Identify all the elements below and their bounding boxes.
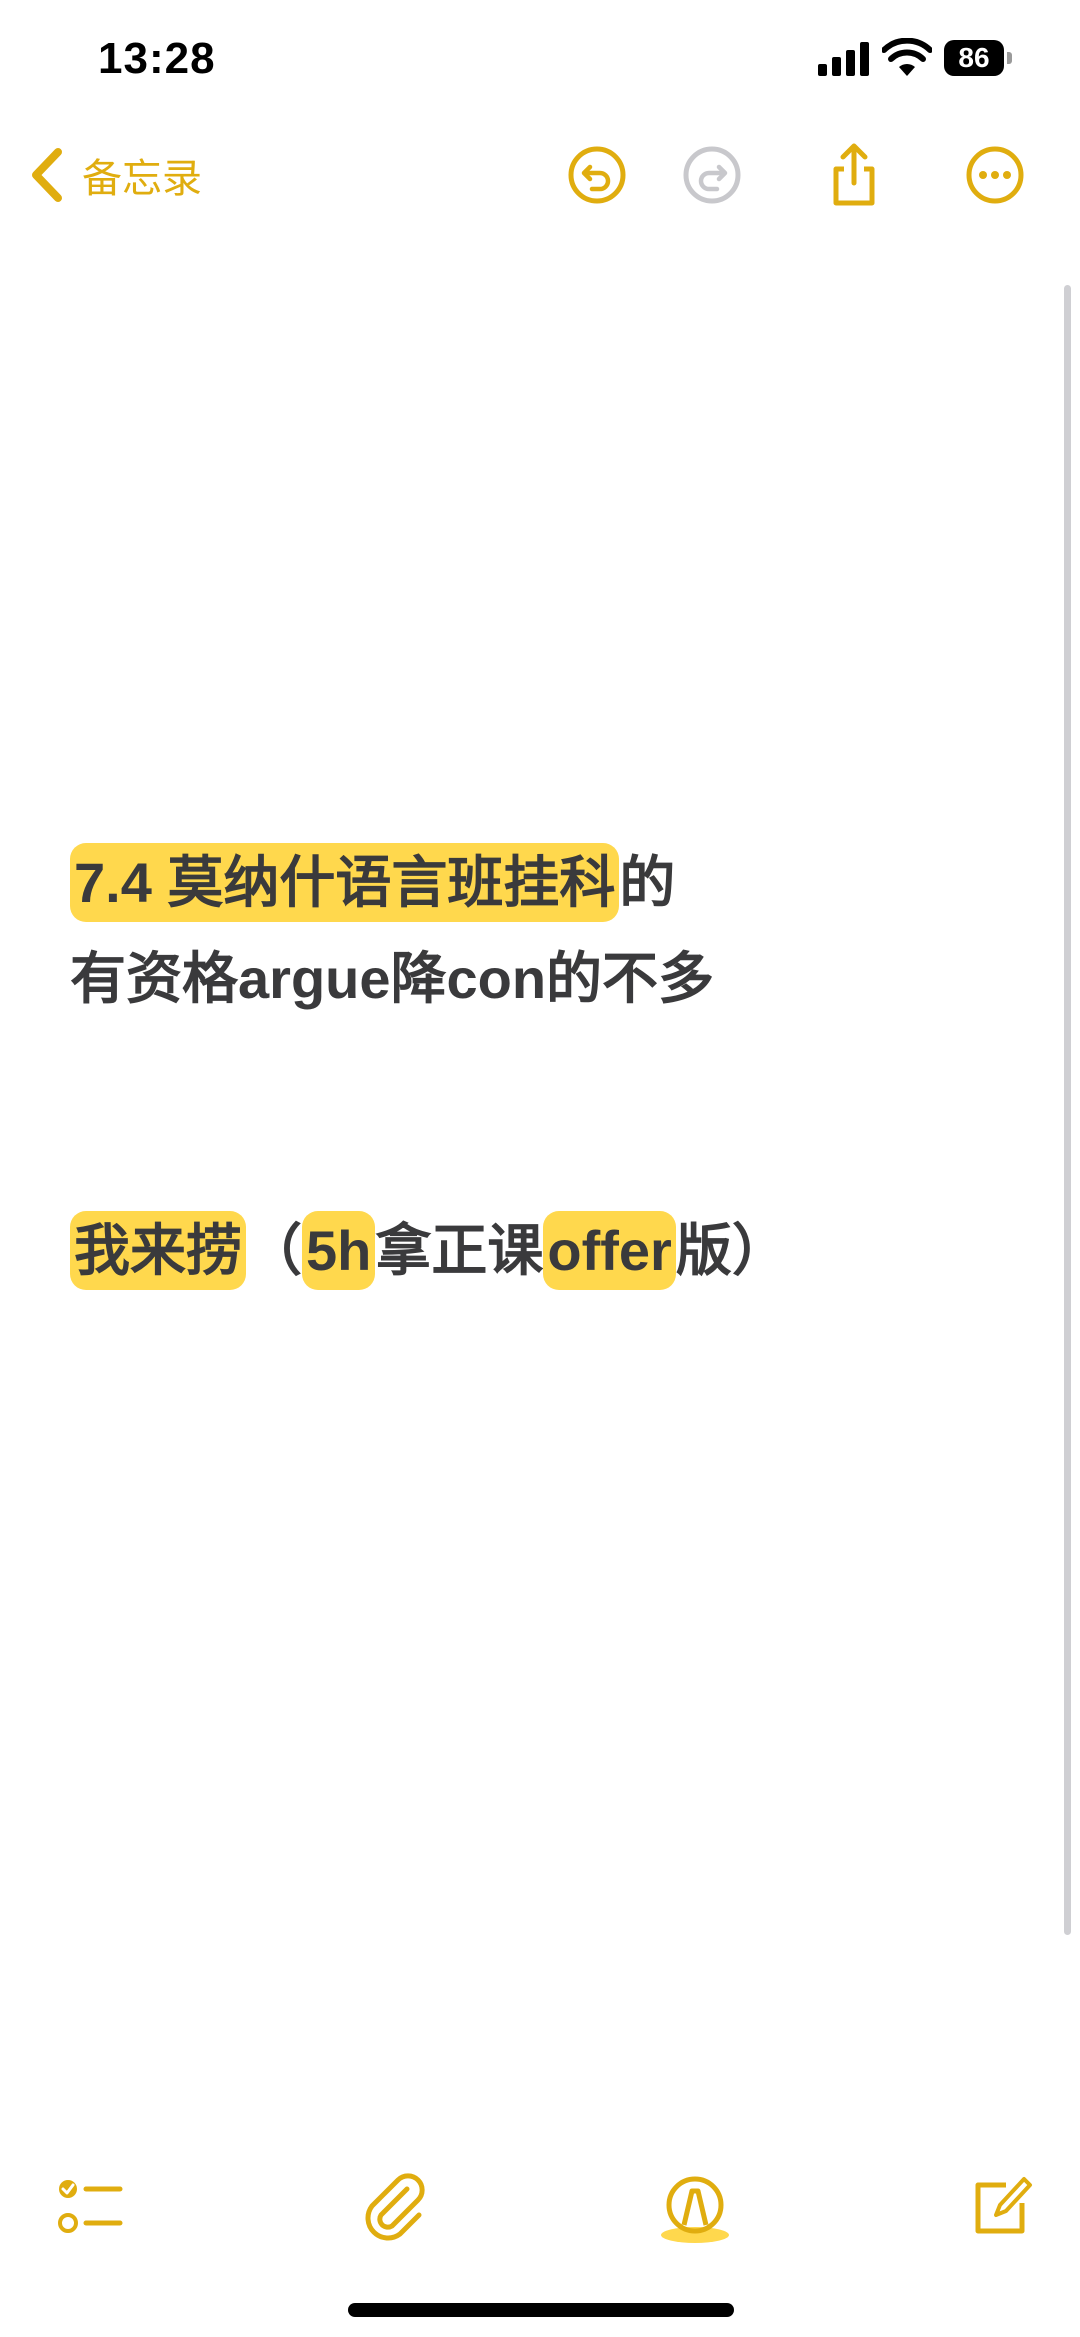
home-indicator[interactable] — [348, 2303, 734, 2317]
redo-button[interactable] — [680, 143, 744, 207]
redo-icon — [683, 146, 741, 204]
bottom-toolbar — [0, 2155, 1080, 2265]
compose-icon — [975, 2177, 1032, 2234]
highlighted-text: 7.4 莫纳什语言班挂科 — [70, 843, 620, 922]
cellular-signal-icon — [818, 42, 869, 76]
battery-icon: 86 — [944, 40, 1014, 76]
chevron-left-icon — [32, 148, 62, 202]
markup-icon — [661, 2176, 729, 2243]
back-button[interactable]: 备忘录 — [28, 135, 202, 215]
note-line-1: 7.4 莫纳什语言班挂科的 — [70, 835, 1030, 931]
back-label: 备忘录 — [82, 157, 202, 201]
navigation-bar: 备忘录 — [0, 135, 1080, 215]
note-text: 拿正课 — [375, 1219, 544, 1282]
battery-level: 86 — [958, 42, 990, 73]
undo-button[interactable] — [565, 143, 629, 207]
highlighted-text: 5h — [302, 1211, 376, 1290]
share-icon — [833, 143, 875, 206]
checklist-icon — [58, 2180, 123, 2233]
status-time: 13:28 — [98, 34, 216, 83]
note-line-2: 有资格argue降con的不多 — [70, 931, 1030, 1027]
highlighted-text: 我来捞 — [70, 1211, 246, 1290]
note-line-3: 我来捞（5h拿正课offer版） — [70, 1203, 1030, 1299]
share-button[interactable] — [822, 143, 886, 207]
note-text: 版） — [675, 1219, 788, 1282]
status-bar: 13:28 86 — [0, 0, 1080, 130]
wifi-icon — [882, 38, 932, 76]
note-text: （ — [246, 1219, 302, 1282]
note-body[interactable]: 7.4 莫纳什语言班挂科的 有资格argue降con的不多 我来捞（5h拿正课o… — [70, 835, 1030, 1299]
highlighted-text: offer — [543, 1211, 676, 1290]
attachment-button[interactable] — [355, 2167, 435, 2247]
note-text: 的 — [619, 851, 676, 914]
note-text: 有资格argue降con的不多 — [70, 947, 715, 1010]
more-button[interactable] — [963, 143, 1027, 207]
markup-button[interactable] — [655, 2167, 735, 2247]
attachment-icon — [365, 2173, 425, 2241]
compose-button[interactable] — [960, 2167, 1040, 2247]
undo-icon — [568, 146, 626, 204]
more-icon — [966, 146, 1024, 204]
scrollbar[interactable] — [1064, 285, 1071, 1935]
checklist-button[interactable] — [50, 2167, 130, 2247]
